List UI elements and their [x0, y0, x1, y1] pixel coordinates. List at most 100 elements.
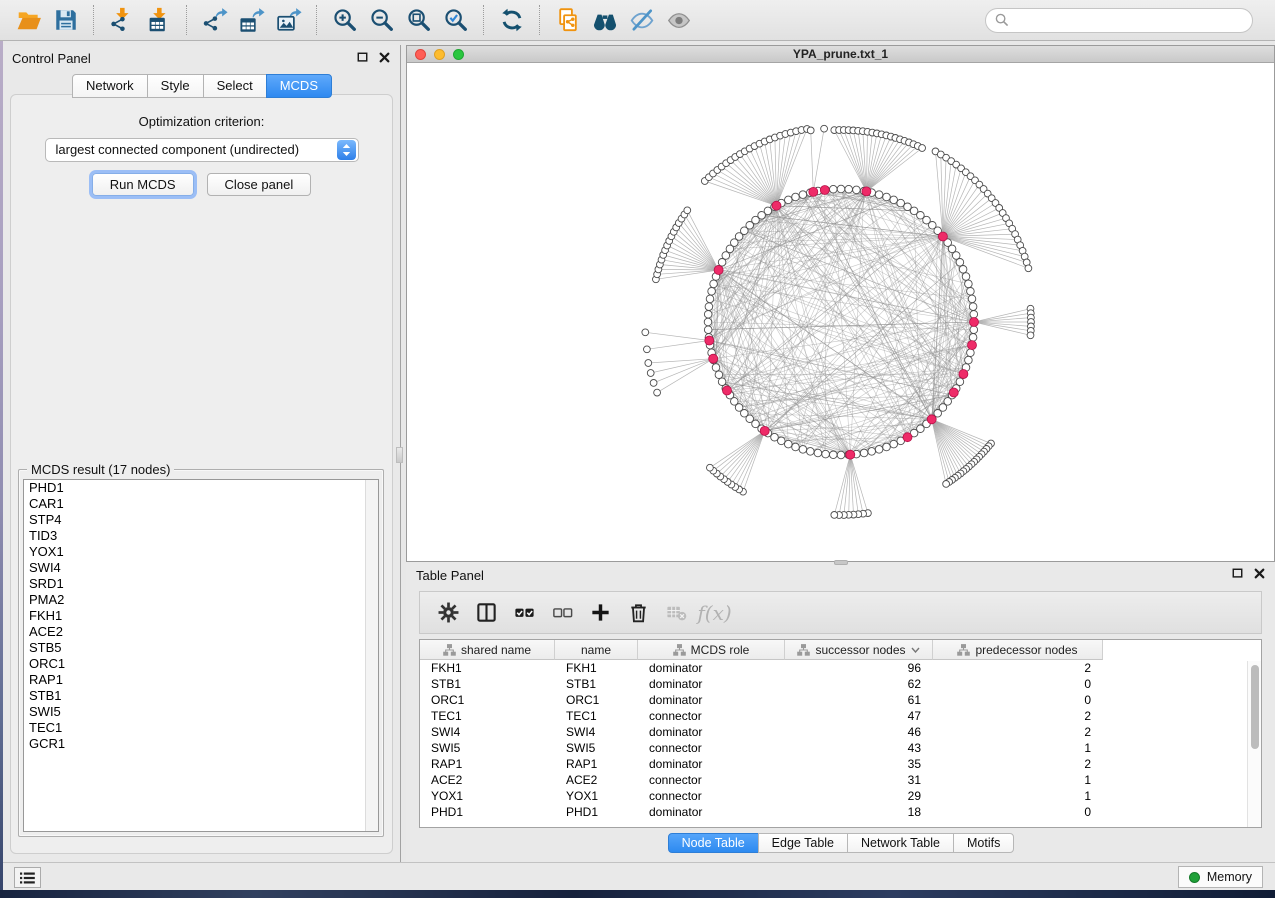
zoom-selected-button[interactable] — [437, 4, 474, 37]
result-node[interactable]: SRD1 — [24, 576, 378, 592]
table-scrollbar[interactable] — [1247, 661, 1261, 827]
columns-button[interactable] — [471, 597, 502, 628]
table-row[interactable]: FKH1FKH1dominator962 — [420, 660, 1261, 676]
column-header-name[interactable]: name — [555, 640, 638, 660]
table-toolbar: f(x) — [419, 591, 1262, 634]
result-node[interactable]: YOX1 — [24, 544, 378, 560]
tab-style[interactable]: Style — [147, 74, 204, 98]
add-button[interactable] — [585, 597, 616, 628]
delete-button[interactable] — [623, 597, 654, 628]
column-header-predecessor-nodes[interactable]: predecessor nodes — [933, 640, 1103, 660]
result-node[interactable]: ACE2 — [24, 624, 378, 640]
cell-shared-name: ORC1 — [420, 692, 555, 708]
tab-edge-table[interactable]: Edge Table — [758, 833, 848, 853]
close-panel-icon[interactable] — [379, 52, 390, 63]
minimize-window-icon[interactable] — [434, 49, 445, 60]
float-table-icon[interactable] — [1232, 568, 1243, 579]
table-row[interactable]: SWI4SWI4dominator462 — [420, 724, 1261, 740]
table-row[interactable]: YOX1YOX1connector291 — [420, 788, 1261, 804]
result-list-scrollbar[interactable] — [365, 480, 378, 831]
search-network-button[interactable] — [586, 4, 623, 37]
refresh-button[interactable] — [493, 4, 530, 37]
close-window-icon[interactable] — [415, 49, 426, 60]
criterion-select[interactable]: largest connected component (undirected) — [45, 138, 359, 162]
table-tabs: Node TableEdge TableNetwork TableMotifs — [406, 833, 1275, 853]
tab-motifs[interactable]: Motifs — [953, 833, 1014, 853]
result-node[interactable]: STP4 — [24, 512, 378, 528]
network-titlebar[interactable]: YPA_prune.txt_1 — [407, 46, 1274, 63]
search-box[interactable] — [985, 8, 1253, 33]
zoom-in-button[interactable] — [326, 4, 363, 37]
result-node[interactable]: TID3 — [24, 528, 378, 544]
maximize-window-icon[interactable] — [453, 49, 464, 60]
search-input[interactable] — [1015, 13, 1243, 28]
tab-mcds[interactable]: MCDS — [266, 74, 332, 98]
import-table-button[interactable] — [140, 4, 177, 37]
result-node[interactable]: GCR1 — [24, 736, 378, 752]
table-row[interactable]: ORC1ORC1dominator610 — [420, 692, 1261, 708]
run-mcds-button[interactable]: Run MCDS — [92, 173, 194, 196]
hide-selected-button[interactable] — [623, 4, 660, 37]
result-node[interactable]: SWI4 — [24, 560, 378, 576]
result-node[interactable]: RAP1 — [24, 672, 378, 688]
table-row[interactable]: PHD1PHD1dominator180 — [420, 804, 1261, 820]
result-node[interactable]: CAR1 — [24, 496, 378, 512]
tab-node-table[interactable]: Node Table — [668, 833, 759, 853]
column-header-MCDS-role[interactable]: MCDS role — [638, 640, 785, 660]
tab-network[interactable]: Network — [72, 74, 148, 98]
control-panel: Control Panel NetworkStyleSelectMCDS Opt… — [3, 45, 401, 862]
main-toolbar — [0, 0, 1275, 41]
close-panel-button[interactable]: Close panel — [207, 173, 312, 196]
memory-button[interactable]: Memory — [1178, 866, 1263, 888]
result-node[interactable]: PHD1 — [24, 480, 378, 496]
mcds-result-groupbox: MCDS result (17 nodes) PHD1CAR1STP4TID3Y… — [18, 469, 384, 837]
column-header-successor-nodes[interactable]: successor nodes — [785, 640, 933, 660]
table-splitter-handle[interactable] — [834, 560, 848, 565]
node-table: shared namenameMCDS rolesuccessor nodesp… — [419, 639, 1262, 828]
close-table-icon[interactable] — [1254, 568, 1265, 579]
show-all-button[interactable] — [660, 4, 697, 37]
table-row[interactable]: STB1STB1dominator620 — [420, 676, 1261, 692]
result-node[interactable]: STB5 — [24, 640, 378, 656]
export-table-button[interactable] — [233, 4, 270, 37]
import-network-button[interactable] — [103, 4, 140, 37]
mcds-result-list[interactable]: PHD1CAR1STP4TID3YOX1SWI4SRD1PMA2FKH1ACE2… — [23, 479, 379, 832]
save-button[interactable] — [47, 4, 84, 37]
table-row[interactable]: SWI5SWI5connector431 — [420, 740, 1261, 756]
table-row[interactable]: RAP1RAP1dominator352 — [420, 756, 1261, 772]
network-clipboard-button[interactable] — [549, 4, 586, 37]
task-history-button[interactable] — [14, 867, 41, 888]
cell-name: ORC1 — [555, 692, 638, 708]
header-filler — [1103, 640, 1261, 660]
zoom-out-button[interactable] — [363, 4, 400, 37]
export-network-icon — [202, 7, 228, 33]
list-icon — [20, 872, 35, 884]
column-header-shared-name[interactable]: shared name — [420, 640, 555, 660]
cell-name: PHD1 — [555, 804, 638, 820]
result-node[interactable]: TEC1 — [24, 720, 378, 736]
result-node[interactable]: STB1 — [24, 688, 378, 704]
memory-label: Memory — [1207, 870, 1252, 884]
table-scrollbar-thumb[interactable] — [1251, 665, 1259, 749]
select-all-button[interactable] — [509, 597, 540, 628]
export-image-button[interactable] — [270, 4, 307, 37]
result-node[interactable]: FKH1 — [24, 608, 378, 624]
tab-network-table[interactable]: Network Table — [847, 833, 954, 853]
result-node[interactable]: PMA2 — [24, 592, 378, 608]
zoom-fit-button[interactable] — [400, 4, 437, 37]
network-view-window: YPA_prune.txt_1 — [406, 45, 1275, 562]
open-button[interactable] — [10, 4, 47, 37]
tab-select[interactable]: Select — [203, 74, 267, 98]
table-row[interactable]: TEC1TEC1connector472 — [420, 708, 1261, 724]
result-node[interactable]: SWI5 — [24, 704, 378, 720]
float-panel-icon[interactable] — [357, 52, 368, 63]
cell-predecessor-nodes: 1 — [933, 788, 1103, 804]
panel-splitter-handle[interactable] — [396, 447, 403, 463]
export-network-button[interactable] — [196, 4, 233, 37]
table-panel: Table Panel f(x) shared namenameMCDS rol… — [406, 562, 1275, 862]
network-canvas[interactable] — [407, 63, 1274, 561]
deselect-all-button[interactable] — [547, 597, 578, 628]
result-node[interactable]: ORC1 — [24, 656, 378, 672]
settings-button[interactable] — [433, 597, 464, 628]
table-row[interactable]: ACE2ACE2connector311 — [420, 772, 1261, 788]
